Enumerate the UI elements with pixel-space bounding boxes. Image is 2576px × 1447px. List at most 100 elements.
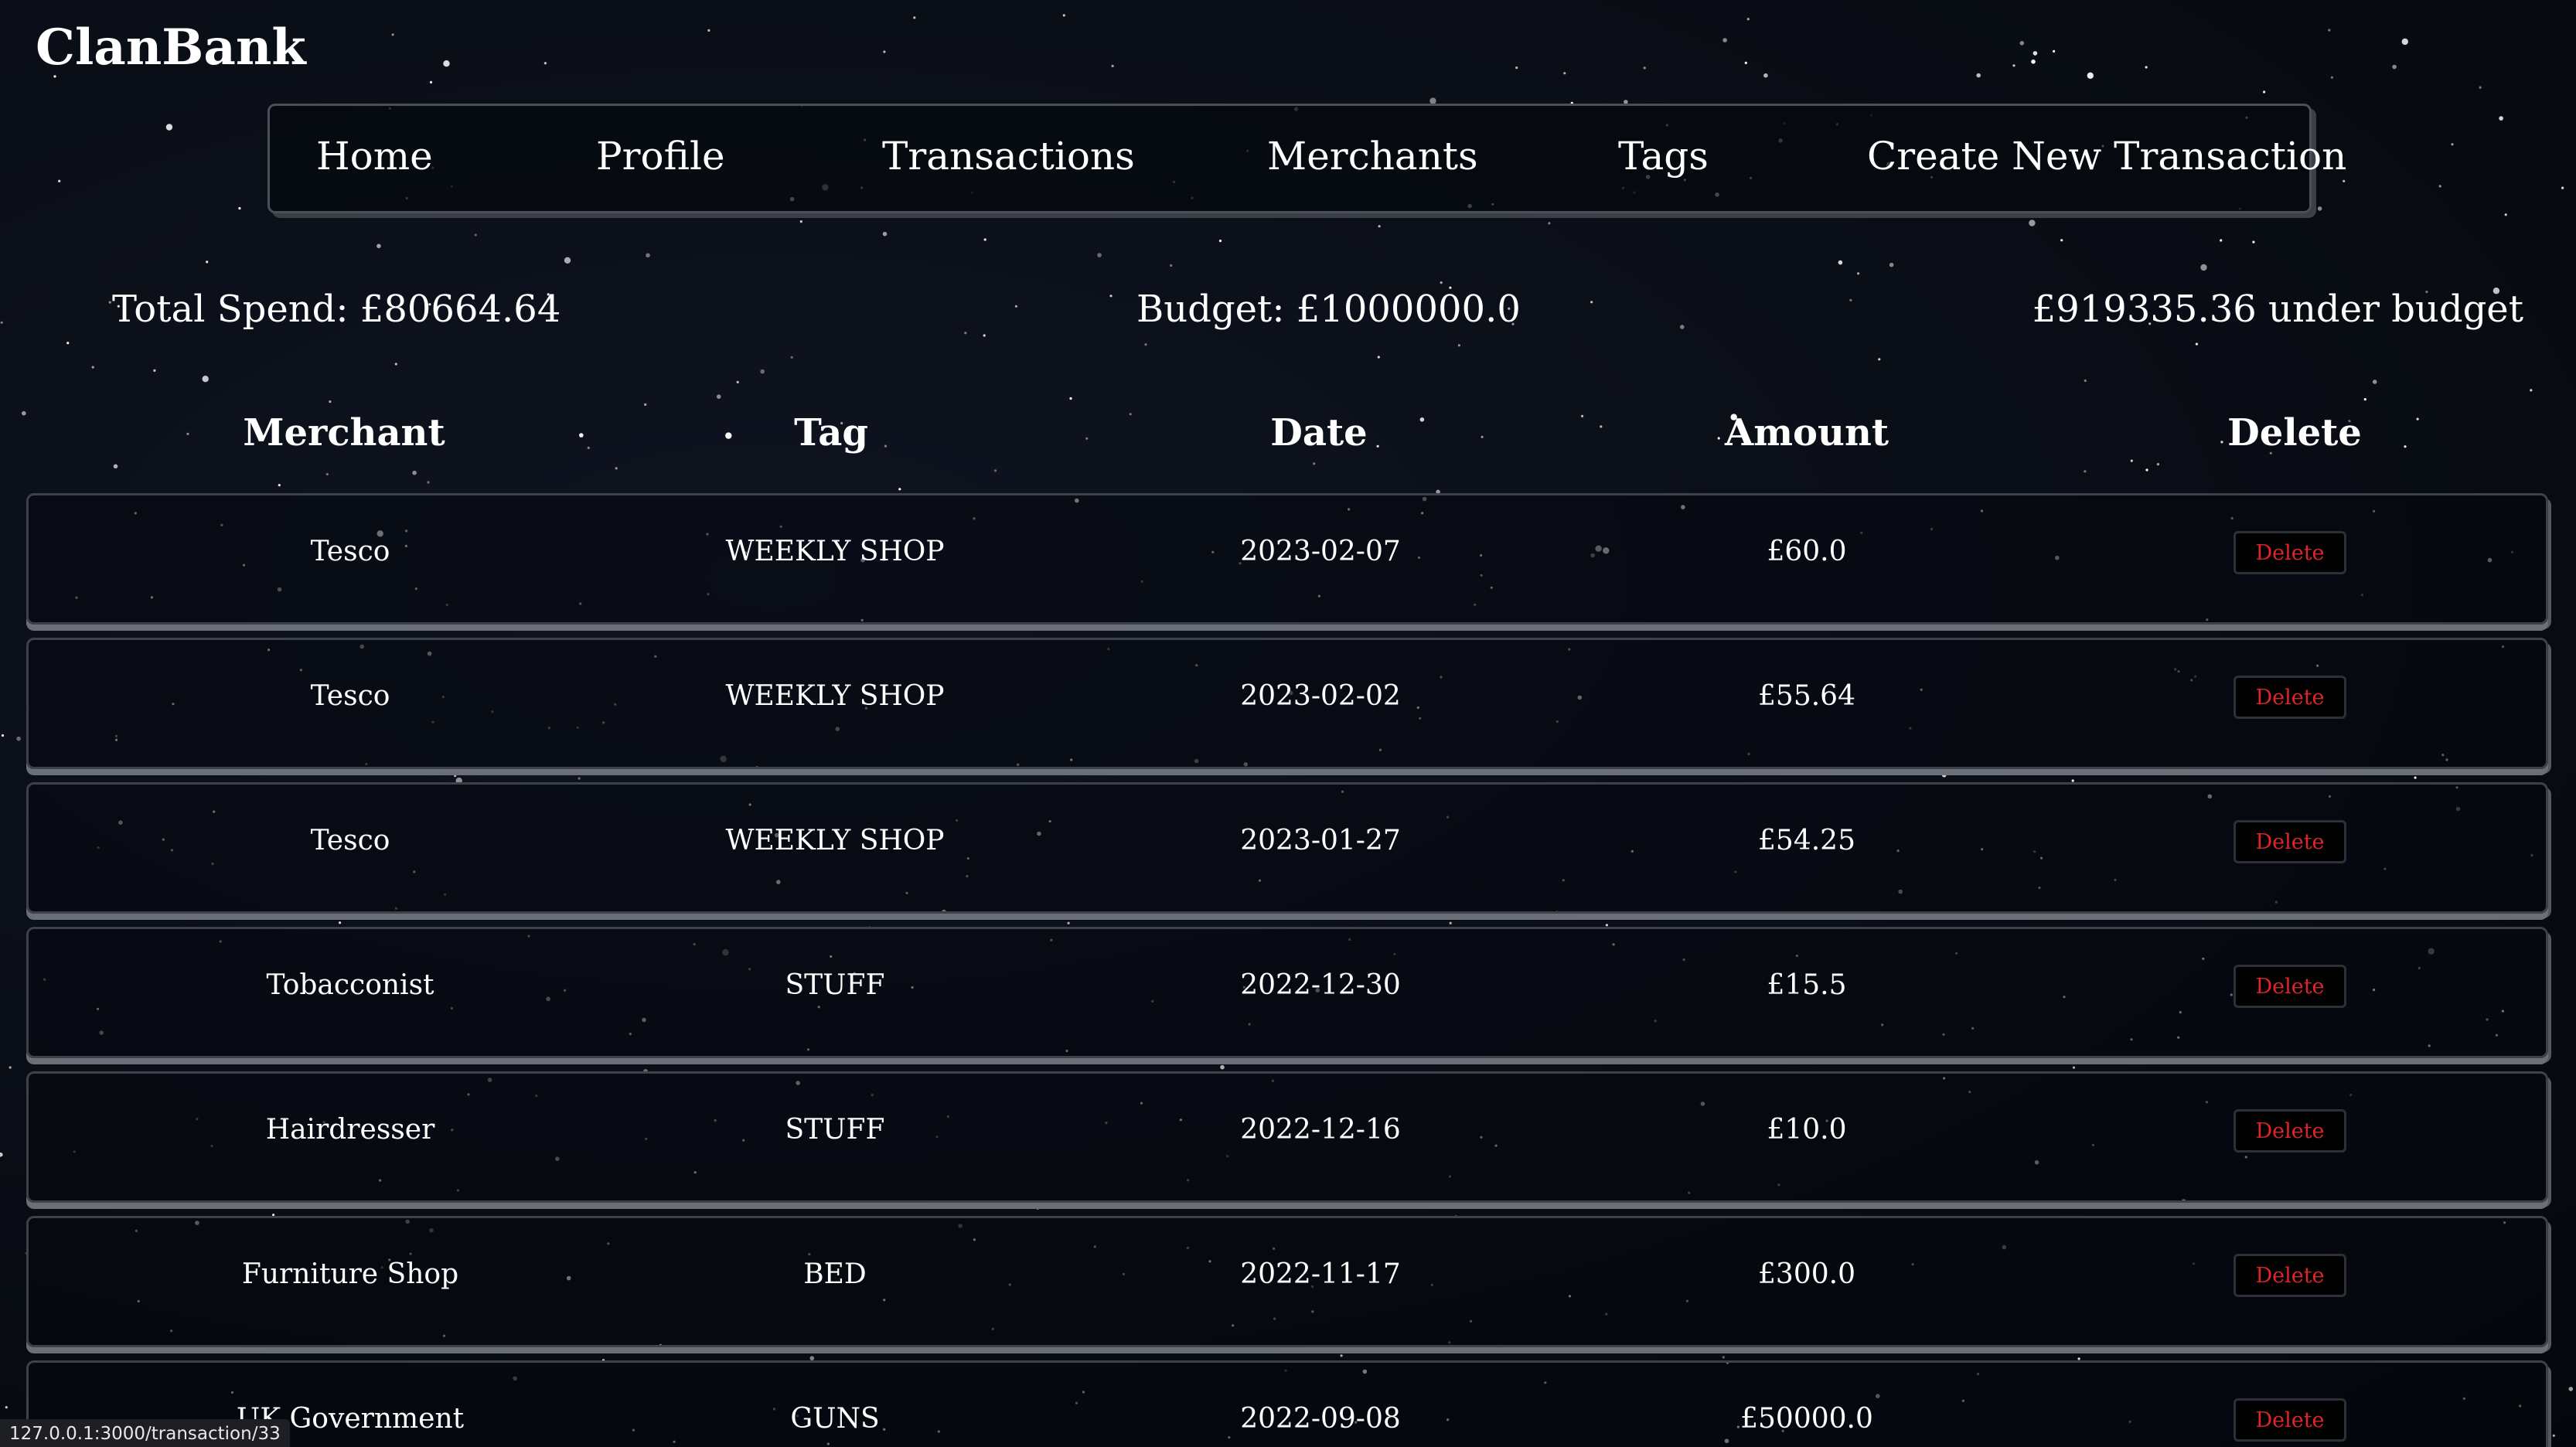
row-tag: WEEKLY SHOP	[725, 536, 945, 567]
row-amount: £10.0	[1767, 1114, 1847, 1146]
star	[66, 342, 70, 345]
star	[1605, 924, 1608, 927]
star	[2012, 64, 2015, 67]
row-tag: GUNS	[790, 1403, 880, 1435]
star	[427, 481, 430, 484]
delete-button[interactable]: Delete	[2234, 1109, 2346, 1152]
star	[913, 16, 916, 19]
star	[1109, 295, 1113, 298]
star	[1600, 425, 1603, 428]
star	[1976, 73, 1981, 78]
star	[2552, 1434, 2555, 1437]
star	[2130, 459, 2133, 462]
transaction-row: Tesco WEEKLY SHOP 2023-01-27 £54.25 Dele…	[26, 782, 2548, 914]
header-delete: Delete	[2227, 411, 2362, 455]
row-merchant: Tesco	[310, 536, 390, 567]
star	[1746, 18, 1750, 21]
nav-merchants[interactable]: Merchants	[1267, 134, 1478, 179]
star	[2414, 776, 2417, 779]
star	[1340, 1354, 1343, 1357]
row-amount: £300.0	[1758, 1258, 1855, 1290]
star	[1146, 1059, 1150, 1064]
star	[2084, 379, 2087, 383]
star	[1763, 73, 1768, 78]
transaction-row: UK Government GUNS 2022-09-08 £50000.0 D…	[26, 1360, 2548, 1447]
delete-button[interactable]: Delete	[2234, 965, 2346, 1008]
star	[202, 376, 209, 383]
star	[2252, 240, 2255, 243]
header-date: Date	[1270, 411, 1368, 455]
star	[2404, 445, 2407, 448]
star	[1941, 773, 1947, 778]
brand-logo[interactable]: ClanBank	[36, 19, 306, 77]
delete-button[interactable]: Delete	[2234, 1398, 2346, 1442]
star	[543, 62, 547, 65]
nav-home[interactable]: Home	[316, 134, 433, 179]
star	[993, 469, 997, 472]
row-tag: STUFF	[785, 969, 885, 1001]
star	[1313, 462, 1316, 465]
star	[165, 124, 173, 131]
row-date: 2023-02-02	[1240, 680, 1401, 712]
star	[2060, 239, 2063, 242]
star	[1722, 1356, 1725, 1359]
nav-transactions[interactable]: Transactions	[882, 134, 1135, 179]
star	[2156, 463, 2159, 466]
star	[1331, 1203, 1334, 1206]
star	[799, 220, 802, 223]
star	[884, 444, 887, 448]
delete-button[interactable]: Delete	[2234, 676, 2346, 719]
star	[0, 321, 3, 324]
star	[443, 60, 450, 67]
star	[1378, 225, 1381, 228]
star	[278, 484, 281, 487]
star	[329, 400, 332, 403]
star	[615, 467, 618, 470]
star	[429, 80, 433, 83]
star	[644, 403, 647, 407]
star	[2372, 380, 2377, 384]
star	[1014, 305, 1017, 308]
star	[2263, 90, 2266, 94]
star	[2033, 51, 2038, 56]
star	[1680, 325, 1685, 329]
star	[186, 432, 189, 436]
nav-profile[interactable]: Profile	[596, 134, 725, 179]
star	[1515, 66, 1518, 70]
star	[1376, 444, 1379, 448]
header-amount: Amount	[1724, 411, 1889, 455]
row-merchant: Tobacconist	[266, 969, 434, 1001]
star	[2504, 213, 2507, 216]
star	[118, 627, 121, 631]
star	[1, 734, 5, 737]
row-tag: WEEKLY SHOP	[725, 825, 945, 856]
star	[579, 433, 584, 438]
nav-create-new-transaction[interactable]: Create New Transaction	[1867, 134, 2346, 179]
nav-tags[interactable]: Tags	[1618, 134, 1709, 179]
star	[1111, 64, 1114, 67]
transaction-row: Hairdresser STUFF 2022-12-16 £10.0 Delet…	[26, 1071, 2548, 1203]
star	[2330, 76, 2333, 79]
star	[1062, 14, 1065, 17]
delete-button[interactable]: Delete	[2234, 531, 2346, 574]
star	[2499, 116, 2503, 121]
star	[2019, 41, 2025, 46]
transaction-row: Furniture Shop BED 2022-11-17 £300.0 Del…	[26, 1216, 2548, 1347]
star	[206, 260, 209, 264]
star	[1321, 917, 1324, 920]
star	[1581, 414, 1584, 418]
star	[391, 33, 394, 36]
row-tag: STUFF	[785, 1114, 885, 1146]
row-tag: BED	[803, 1258, 867, 1290]
star	[2479, 86, 2482, 89]
star	[1481, 435, 1484, 438]
star	[394, 363, 397, 366]
delete-button[interactable]: Delete	[2234, 1254, 2346, 1297]
star	[5, 1406, 8, 1409]
delete-button[interactable]: Delete	[2234, 820, 2346, 863]
star	[58, 179, 61, 182]
row-date: 2022-11-17	[1240, 1258, 1401, 1290]
star	[1449, 921, 1452, 924]
budget-status: £919335.36 under budget	[2032, 288, 2523, 331]
star	[964, 332, 967, 335]
